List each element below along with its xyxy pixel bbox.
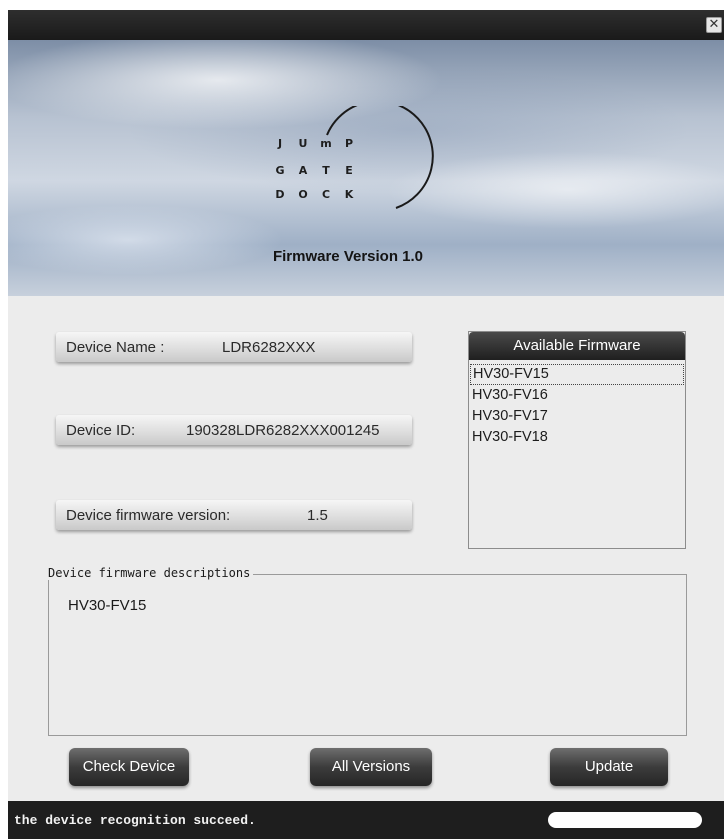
logo-letter: T (322, 164, 330, 177)
device-firmware-row: Device firmware version: 1.5 (56, 500, 412, 530)
firmware-description-group: Device firmware descriptions HV30-FV15 (48, 566, 687, 736)
firmware-list-item[interactable]: HV30-FV18 (469, 427, 685, 448)
device-name-row: Device Name : LDR6282XXX (56, 332, 412, 362)
logo-letter: C (321, 188, 331, 201)
device-name-value: LDR6282XXX (222, 339, 316, 356)
status-progress-bar (548, 812, 702, 828)
device-id-value: 190328LDR6282XXX001245 (186, 422, 380, 439)
available-firmware-panel: Available Firmware HV30-FV15 HV30-FV16 H… (468, 331, 686, 549)
device-name-label: Device Name : (66, 339, 165, 356)
firmware-list-item[interactable]: HV30-FV15 (470, 364, 684, 385)
logo-letter: A (298, 164, 308, 177)
logo-letter: m (320, 137, 332, 150)
close-icon[interactable]: ✕ (706, 17, 722, 33)
device-id-row: Device ID: 190328LDR6282XXX001245 (56, 415, 412, 445)
firmware-list[interactable]: HV30-FV15 HV30-FV16 HV30-FV17 HV30-FV18 (469, 364, 685, 448)
check-device-button[interactable]: Check Device (69, 748, 189, 786)
device-firmware-label: Device firmware version: (66, 507, 231, 524)
logo-letter: K (344, 188, 354, 201)
header-banner: J U m P G A T E D O C K Firmware Version… (8, 40, 724, 296)
firmware-list-item[interactable]: HV30-FV17 (469, 406, 685, 427)
update-button[interactable]: Update (550, 748, 668, 786)
device-id-label: Device ID: (66, 422, 136, 439)
status-bar: the device recognition succeed. (8, 801, 724, 839)
firmware-description-legend: Device firmware descriptions (48, 566, 254, 580)
logo-letter: O (298, 188, 308, 201)
status-message: the device recognition succeed. (14, 813, 256, 828)
firmware-description-text: HV30-FV15 (68, 597, 147, 614)
firmware-list-item[interactable]: HV30-FV16 (469, 385, 685, 406)
device-firmware-value: 1.5 (307, 507, 328, 524)
logo-letter: J (277, 137, 283, 150)
firmware-version-title: Firmware Version 1.0 (272, 248, 424, 265)
logo-letter: G (275, 164, 285, 177)
logo-letter: D (275, 188, 285, 201)
logo-letter: U (298, 137, 308, 150)
title-bar[interactable]: ✕ (8, 10, 724, 40)
app-window: ✕ J U m P G A T E D O C K Firmware Versi… (8, 10, 724, 839)
available-firmware-header: Available Firmware (469, 332, 685, 360)
all-versions-button[interactable]: All Versions (310, 748, 432, 786)
logo-letter: E (345, 164, 353, 177)
logo-letter: P (344, 137, 354, 150)
